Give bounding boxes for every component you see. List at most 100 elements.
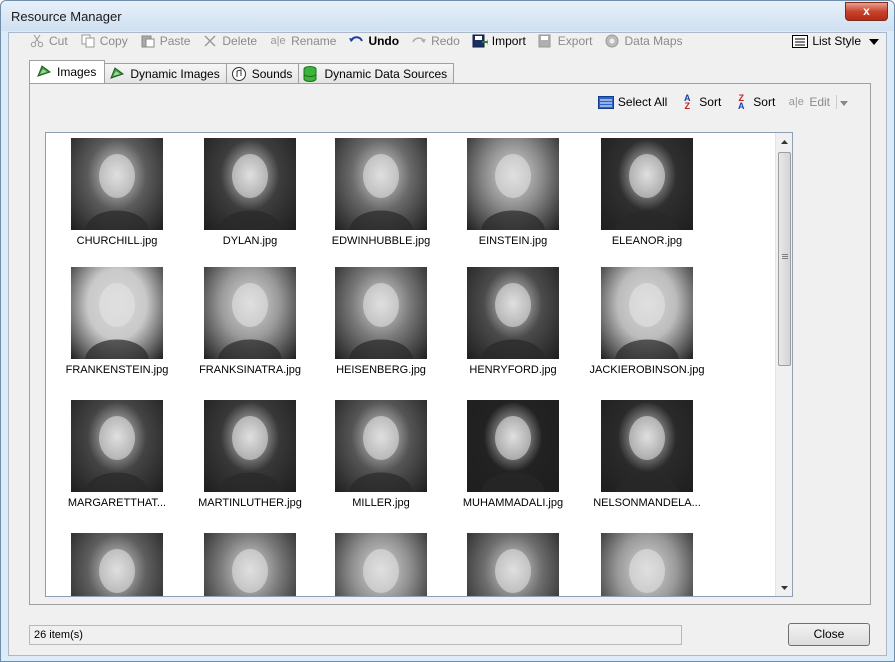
data-maps-label: Data Maps	[624, 34, 683, 48]
tab-sounds[interactable]: Sounds	[225, 63, 300, 83]
paste-label: Paste	[159, 34, 191, 48]
scroll-up-arrow-icon[interactable]	[776, 133, 792, 150]
image-thumbnail[interactable]: CHURCHILL.jpg	[52, 138, 182, 263]
copy-label: Copy	[99, 34, 128, 48]
rename-button[interactable]: a|e Rename	[269, 33, 337, 49]
undo-icon	[348, 33, 364, 49]
scrollbar-grip	[782, 258, 788, 259]
delete-button[interactable]: Delete	[202, 33, 257, 49]
image-filename-label: MARTINLUTHER.jpg	[198, 497, 302, 509]
edit-label: Edit	[809, 95, 830, 109]
image-thumbnail[interactable]: EINSTEIN.jpg	[448, 138, 578, 263]
photo-thumbnail-image	[601, 400, 693, 492]
paste-button[interactable]: Paste	[140, 33, 191, 49]
image-thumbnail[interactable]: EDWINHUBBLE.jpg	[316, 138, 446, 263]
photo-thumbnail-image	[204, 400, 296, 492]
sort-descending-button[interactable]: ZA Sort	[733, 93, 776, 111]
image-thumbnail[interactable]: NELSONMANDELA...	[582, 400, 712, 525]
import-button[interactable]: Import	[472, 33, 526, 49]
photo-thumbnail-image	[204, 267, 296, 359]
tab-dynamic-data-sources-label: Dynamic Data Sources	[324, 66, 448, 81]
image-filename-label: ELEANOR.jpg	[611, 235, 683, 247]
edit-button[interactable]: a|e Edit	[787, 94, 848, 110]
undo-label: Undo	[368, 34, 400, 48]
image-thumbnail[interactable]: MILLER.jpg	[316, 400, 446, 525]
redo-label: Redo	[431, 34, 460, 48]
vertical-scrollbar[interactable]	[775, 133, 792, 596]
redo-button[interactable]: Redo	[411, 33, 460, 49]
cut-label: Cut	[49, 34, 68, 48]
image-thumbnail[interactable]: JACKIEROBINSON.jpg	[582, 267, 712, 392]
image-filename-label: MARGARETTHAT...	[67, 497, 167, 509]
image-filename-label: FRANKSINATRA.jpg	[199, 364, 301, 376]
images-subtoolbar: Select All AZ Sort ZA Sort a|e Edit	[586, 92, 848, 112]
scrollbar-thumb[interactable]	[778, 152, 791, 366]
image-filename-label: NELSONMANDELA...	[593, 497, 701, 509]
image-thumbnail[interactable]	[316, 533, 446, 596]
image-thumbnail[interactable]: ELEANOR.jpg	[582, 138, 712, 263]
image-thumbnail[interactable]	[448, 533, 578, 596]
image-filename-label: EDWINHUBBLE.jpg	[331, 235, 431, 247]
photo-thumbnail-image	[335, 533, 427, 596]
list-style-menu[interactable]: List Style	[792, 34, 879, 48]
photo-thumbnail-image	[601, 138, 693, 230]
image-filename-label: EINSTEIN.jpg	[478, 235, 548, 247]
scrollbar-grip	[782, 256, 788, 257]
photo-thumbnail-image	[467, 267, 559, 359]
image-thumbnail[interactable]: FRANKSINATRA.jpg	[185, 267, 315, 392]
rename-label: Rename	[291, 34, 337, 48]
scroll-down-arrow-icon[interactable]	[776, 579, 792, 596]
image-thumbnail[interactable]: HEISENBERG.jpg	[316, 267, 446, 392]
sort-descending-icon: ZA	[738, 93, 745, 111]
photo-thumbnail-image	[335, 400, 427, 492]
photo-thumbnail-image	[467, 400, 559, 492]
export-label: Export	[557, 34, 593, 48]
image-thumbnail[interactable]: MARGARETTHAT...	[52, 400, 182, 525]
photo-thumbnail-image	[204, 533, 296, 596]
cut-button[interactable]: Cut	[29, 33, 68, 49]
tab-images[interactable]: Images	[29, 60, 106, 83]
image-thumbnail[interactable]	[52, 533, 182, 596]
sort-ascending-button[interactable]: AZ Sort	[679, 94, 721, 111]
sort-descending-label: Sort	[753, 95, 776, 109]
image-thumbnail-grid[interactable]: CHURCHILL.jpg DYLAN.jpg EDWINHUBBLE.jpg EIN…	[45, 132, 793, 597]
copy-button[interactable]: Copy	[80, 33, 128, 49]
tab-dynamic-images[interactable]: Dynamic Images	[104, 63, 227, 83]
photo-thumbnail-image	[71, 400, 163, 492]
main-toolbar: Cut Copy Paste Delete a|e Rename Undo Re…	[29, 31, 879, 51]
image-thumbnail[interactable]: HENRYFORD.jpg	[448, 267, 578, 392]
dynamic-images-icon	[109, 66, 125, 82]
image-thumbnail[interactable]: MARTINLUTHER.jpg	[185, 400, 315, 525]
photo-thumbnail-image	[467, 533, 559, 596]
scrollbar-grip	[782, 254, 788, 255]
select-all-button[interactable]: Select All	[597, 94, 668, 110]
scissors-icon	[29, 33, 45, 49]
undo-button[interactable]: Undo	[348, 33, 399, 49]
export-button[interactable]: Export	[538, 33, 593, 49]
image-thumbnail[interactable]: FRANKENSTEIN.jpg	[52, 267, 182, 392]
list-style-icon	[792, 34, 809, 48]
tab-dynamic-data-sources[interactable]: Dynamic Data Sources	[298, 63, 455, 83]
delete-x-icon	[202, 33, 218, 49]
photo-thumbnail-image	[467, 138, 559, 230]
image-thumbnail[interactable]	[582, 533, 712, 596]
tab-sounds-label: Sounds	[251, 66, 293, 81]
image-thumbnail[interactable]: DYLAN.jpg	[185, 138, 315, 263]
sounds-icon	[231, 66, 247, 82]
window-close-button[interactable]: x	[845, 2, 888, 21]
select-all-icon	[597, 94, 614, 110]
resource-tabs: Images Dynamic Images Sounds Dynamic Dat…	[29, 60, 455, 83]
close-button[interactable]: Close	[788, 623, 870, 646]
images-icon	[36, 64, 52, 80]
image-thumbnail[interactable]: MUHAMMADALI.jpg	[448, 400, 578, 525]
data-maps-button[interactable]: Data Maps	[604, 33, 683, 49]
export-icon	[538, 33, 554, 49]
image-filename-label: JACKIEROBINSON.jpg	[589, 364, 705, 376]
delete-label: Delete	[222, 34, 258, 48]
select-all-label: Select All	[617, 95, 668, 109]
tab-dynamic-images-label: Dynamic Images	[130, 66, 220, 81]
image-thumbnail[interactable]	[185, 533, 315, 596]
photo-thumbnail-image	[71, 533, 163, 596]
photo-thumbnail-image	[601, 267, 693, 359]
images-panel: Select All AZ Sort ZA Sort a|e Edit CHUR…	[29, 83, 871, 605]
